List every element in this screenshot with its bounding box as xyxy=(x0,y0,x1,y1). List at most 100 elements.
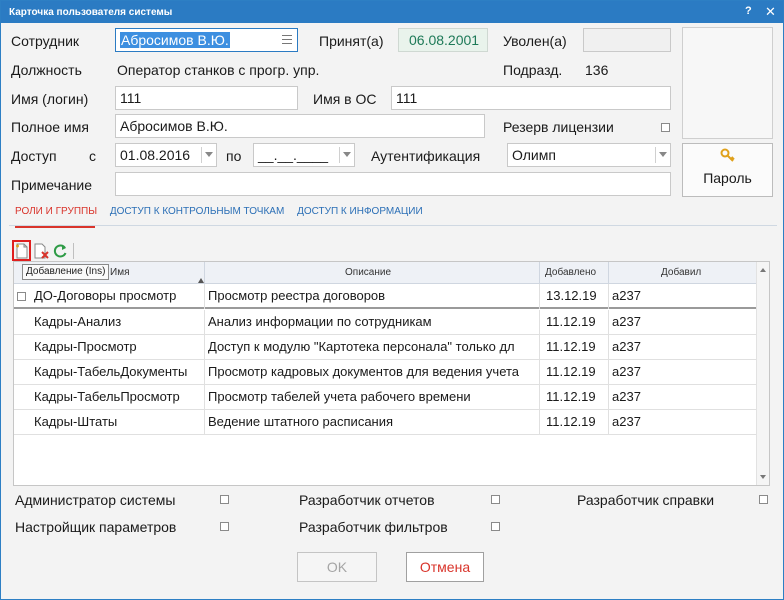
fullname-label: Полное имя xyxy=(11,119,89,135)
login-field[interactable]: 111 xyxy=(115,86,298,110)
col-name-header[interactable]: Имя xyxy=(110,267,129,278)
active-tab-underline xyxy=(15,226,95,228)
row-desc: Анализ информации по сотрудникам xyxy=(208,314,432,329)
params-checkbox[interactable] xyxy=(220,522,229,531)
highlight-box xyxy=(12,240,31,261)
access-from-field[interactable]: 01.08.2016 xyxy=(115,143,217,167)
auth-select[interactable]: Олимп xyxy=(507,143,671,167)
access-label: Доступ xyxy=(11,148,57,164)
scroll-down-icon[interactable] xyxy=(760,475,766,479)
refresh-icon[interactable] xyxy=(52,243,68,259)
close-icon[interactable]: ✕ xyxy=(765,4,776,20)
tab-bar: РОЛИ И ГРУППЫ ДОСТУП К КОНТРОЛЬНЫМ ТОЧКА… xyxy=(15,206,433,217)
hired-label: Принят(а) xyxy=(319,33,384,49)
fullname-field[interactable]: Абросимов В.Ю. xyxy=(115,114,485,138)
cancel-button[interactable]: Отмена xyxy=(406,552,484,582)
tab-control-points[interactable]: ДОСТУП К КОНТРОЛЬНЫМ ТОЧКАМ xyxy=(110,206,284,217)
add-tooltip: Добавление (Ins) xyxy=(22,264,110,280)
row-name: ДО-Договоры просмотр xyxy=(34,288,177,303)
ok-button[interactable]: OK xyxy=(297,552,377,582)
row-added: 11.12.19 xyxy=(546,339,596,354)
sort-icon xyxy=(198,278,204,283)
row-checkbox[interactable] xyxy=(17,292,26,301)
help-dev-checkbox[interactable] xyxy=(759,495,768,504)
license-reserve-label: Резерв лицензии xyxy=(503,119,614,135)
row-name: Кадры-Штаты xyxy=(34,414,118,429)
row-added: 13.12.19 xyxy=(546,288,597,303)
row-desc: Ведение штатного расписания xyxy=(208,414,394,429)
photo-placeholder[interactable] xyxy=(682,27,773,139)
reports-dev-label: Разработчик отчетов xyxy=(299,492,435,508)
filters-dev-checkbox[interactable] xyxy=(491,522,500,531)
password-button-label: Пароль xyxy=(703,170,752,186)
roles-grid[interactable]: Имя Описание Добавлено Добавил ДО-Догово… xyxy=(13,261,770,486)
menu-icon[interactable] xyxy=(282,35,292,44)
access-to-field[interactable]: __.__.____ xyxy=(253,143,355,167)
access-to-label: по xyxy=(226,148,242,164)
os-name-label: Имя в ОС xyxy=(313,91,377,107)
table-row[interactable]: Кадры-Штаты Ведение штатного расписания … xyxy=(14,410,756,435)
grid-header: Имя Описание Добавлено Добавил xyxy=(14,262,756,284)
row-desc: Просмотр табелей учета рабочего времени xyxy=(208,389,471,404)
window-title: Карточка пользователя системы xyxy=(9,7,173,18)
reports-dev-checkbox[interactable] xyxy=(491,495,500,504)
title-bar: Карточка пользователя системы ? ✕ xyxy=(1,1,783,23)
help-icon[interactable]: ? xyxy=(745,5,752,17)
grid-scrollbar[interactable] xyxy=(756,262,769,485)
row-desc: Просмотр кадровых документов для ведения… xyxy=(208,364,520,379)
row-by: a237 xyxy=(612,414,641,429)
user-card-window: Карточка пользователя системы ? ✕ Сотруд… xyxy=(0,0,784,600)
row-name: Кадры-Просмотр xyxy=(34,339,137,354)
row-by: a237 xyxy=(612,288,641,303)
row-by: a237 xyxy=(612,389,641,404)
table-row[interactable]: Кадры-ТабельДокументы Просмотр кадровых … xyxy=(14,360,756,385)
dept-label: Подразд. xyxy=(503,62,563,78)
note-field[interactable] xyxy=(115,172,671,196)
row-by: a237 xyxy=(612,339,641,354)
tab-info-access[interactable]: ДОСТУП К ИНФОРМАЦИИ xyxy=(297,206,423,217)
filters-dev-label: Разработчик фильтров xyxy=(299,519,448,535)
row-by: a237 xyxy=(612,314,641,329)
access-from-value: 01.08.2016 xyxy=(120,147,191,163)
employee-field[interactable]: Абросимов В.Ю. xyxy=(115,28,298,52)
table-row[interactable]: Кадры-ТабельПросмотр Просмотр табелей уч… xyxy=(14,385,756,410)
row-added: 11.12.19 xyxy=(546,314,596,329)
employee-value: Абросимов В.Ю. xyxy=(120,32,230,48)
chevron-down-icon[interactable] xyxy=(659,152,667,157)
row-by: a237 xyxy=(612,364,641,379)
scroll-up-icon[interactable] xyxy=(760,268,766,272)
position-value: Оператор станков с прогр. упр. xyxy=(117,62,320,78)
password-button[interactable]: Пароль xyxy=(682,143,773,197)
note-label: Примечание xyxy=(11,177,93,193)
chevron-down-icon[interactable] xyxy=(205,152,213,157)
toolbar-separator xyxy=(73,243,74,259)
admin-label: Администратор системы xyxy=(15,492,176,508)
chevron-down-icon[interactable] xyxy=(343,152,351,157)
auth-label: Аутентификация xyxy=(371,148,481,164)
col-by-header[interactable]: Добавил xyxy=(661,267,701,278)
login-label: Имя (логин) xyxy=(11,91,89,107)
col-added-header[interactable]: Добавлено xyxy=(545,267,596,278)
table-row[interactable]: ДО-Договоры просмотр Просмотр реестра до… xyxy=(14,284,756,309)
admin-checkbox[interactable] xyxy=(220,495,229,504)
row-added: 11.12.19 xyxy=(546,389,596,404)
params-label: Настройщик параметров xyxy=(15,519,177,535)
tab-roles-groups[interactable]: РОЛИ И ГРУППЫ xyxy=(15,206,97,217)
table-row[interactable]: Кадры-Анализ Анализ информации по сотруд… xyxy=(14,310,756,335)
delete-document-icon[interactable] xyxy=(33,243,49,259)
os-name-field[interactable]: 111 xyxy=(391,86,671,110)
fired-label: Уволен(а) xyxy=(503,33,567,49)
row-name: Кадры-ТабельДокументы xyxy=(34,364,188,379)
table-row[interactable]: Кадры-Просмотр Доступ к модулю "Картотек… xyxy=(14,335,756,360)
position-label: Должность xyxy=(11,62,82,78)
row-name: Кадры-ТабельПросмотр xyxy=(34,389,180,404)
fired-date-field[interactable] xyxy=(583,28,671,52)
key-icon xyxy=(720,148,735,162)
dept-value: 136 xyxy=(585,62,609,78)
row-desc: Доступ к модулю "Картотека персонала" то… xyxy=(208,339,515,354)
hired-date-field[interactable]: 06.08.2001 xyxy=(398,28,488,52)
auth-value: Олимп xyxy=(512,147,556,163)
license-reserve-checkbox[interactable] xyxy=(661,123,670,132)
col-desc-header[interactable]: Описание xyxy=(345,267,391,278)
access-from-label: с xyxy=(89,148,96,164)
